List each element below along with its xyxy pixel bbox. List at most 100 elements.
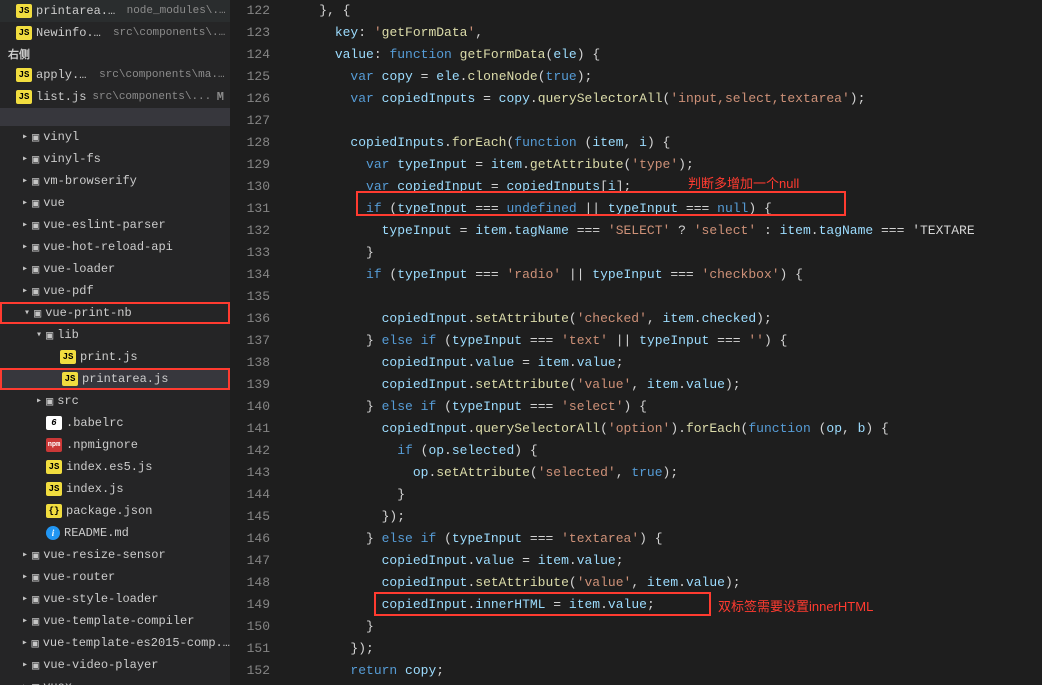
tree-label: .babelrc (66, 416, 124, 430)
tree-item--babelrc[interactable]: 6 .babelrc (0, 412, 230, 434)
code-line[interactable]: var typeInput = item.getAttribute('type'… (288, 154, 1042, 176)
tree-label: vue-eslint-parser (43, 218, 165, 232)
code-line[interactable]: if (typeInput === undefined || typeInput… (288, 198, 1042, 220)
tree-item-vue-hot-reload-api[interactable]: ▸▣vue-hot-reload-api (0, 236, 230, 258)
tree-label: vue-style-loader (43, 592, 158, 606)
folder-icon: ▣ (31, 636, 38, 651)
line-number: 122 (230, 0, 270, 22)
code-line[interactable]: } else if (typeInput === 'text' || typeI… (288, 330, 1042, 352)
line-number: 142 (230, 440, 270, 462)
folder-icon: ▣ (32, 680, 39, 685)
folder-icon: ▣ (32, 196, 39, 211)
tree-item-vue-print-nb[interactable]: ▾▣vue-print-nb (0, 302, 230, 324)
tree-item-vue-loader[interactable]: ▸▣vue-loader (0, 258, 230, 280)
tree-item-vue-eslint-parser[interactable]: ▸▣vue-eslint-parser (0, 214, 230, 236)
code-line[interactable] (288, 110, 1042, 132)
open-editor-item[interactable]: JS Newinfo.js src\components\... (0, 22, 230, 44)
code-line[interactable]: typeInput = item.tagName === 'SELECT' ? … (288, 220, 1042, 242)
tree-item-vue-video-player[interactable]: ▸▣vue-video-player (0, 654, 230, 676)
tree-label: vue-resize-sensor (43, 548, 165, 562)
line-number: 127 (230, 110, 270, 132)
tree-item-printarea-js[interactable]: JSprintarea.js (0, 368, 230, 390)
open-editor-item[interactable]: JS printarea.js node_modules\... (0, 0, 230, 22)
tree-item-vue-template-compiler[interactable]: ▸▣vue-template-compiler (0, 610, 230, 632)
file-path: src\components\... (113, 27, 230, 39)
code-line[interactable]: if (op.selected) { (288, 440, 1042, 462)
code-line[interactable]: }); (288, 506, 1042, 528)
open-editor-item[interactable]: JS list.js src\components\... M (0, 86, 230, 108)
code-line[interactable]: if (typeInput === 'radio' || typeInput =… (288, 264, 1042, 286)
modified-badge: M (217, 90, 224, 104)
six-icon: 6 (46, 416, 62, 430)
tree-item-index-js[interactable]: JSindex.js (0, 478, 230, 500)
code-line[interactable]: } (288, 616, 1042, 638)
chevron-icon: ▸ (18, 197, 32, 209)
tree-item-vue-resize-sensor[interactable]: ▸▣vue-resize-sensor (0, 544, 230, 566)
code-line[interactable]: op.setAttribute('selected', true); (288, 462, 1042, 484)
chevron-icon: ▸ (18, 593, 32, 605)
tree-item-src[interactable]: ▸▣src (0, 390, 230, 412)
tree-label: printarea.js (82, 372, 168, 386)
js-icon: JS (16, 4, 32, 18)
code-line[interactable]: copiedInput.setAttribute('checked', item… (288, 308, 1042, 330)
code-content[interactable]: }, { key: 'getFormData', value: function… (288, 0, 1042, 685)
tree-label: vue-video-player (43, 658, 158, 672)
tree-item-lib[interactable]: ▾▣lib (0, 324, 230, 346)
code-line[interactable]: } (288, 484, 1042, 506)
code-line[interactable]: }, { (288, 0, 1042, 22)
file-label: printarea.js (36, 4, 121, 18)
code-line[interactable]: var copy = ele.cloneNode(true); (288, 66, 1042, 88)
line-number: 148 (230, 572, 270, 594)
code-line[interactable]: copiedInput.value = item.value; (288, 352, 1042, 374)
tree-item-vue-style-loader[interactable]: ▸▣vue-style-loader (0, 588, 230, 610)
tree-item-README-md[interactable]: iREADME.md (0, 522, 230, 544)
tree-label: vuex (43, 680, 72, 685)
code-line[interactable]: copiedInput.value = item.value; (288, 550, 1042, 572)
tree-item-vue-router[interactable]: ▸▣vue-router (0, 566, 230, 588)
code-line[interactable]: } else if (typeInput === 'textarea') { (288, 528, 1042, 550)
code-line[interactable]: copiedInput.setAttribute('value', item.v… (288, 374, 1042, 396)
line-number: 134 (230, 264, 270, 286)
line-number: 143 (230, 462, 270, 484)
chevron-icon: ▸ (18, 615, 32, 627)
tree-item-vinyl-fs[interactable]: ▸▣vinyl-fs (0, 148, 230, 170)
file-explorer-sidebar[interactable]: JS printarea.js node_modules\... JS Newi… (0, 0, 230, 685)
code-line[interactable]: copiedInput.querySelectorAll('option').f… (288, 418, 1042, 440)
chevron-icon: ▸ (18, 681, 32, 685)
tree-item-vue-pdf[interactable]: ▸▣vue-pdf (0, 280, 230, 302)
tree-item-vinyl[interactable]: ▸▣vinyl (0, 126, 230, 148)
code-line[interactable]: var copiedInput = copiedInputs[i]; (288, 176, 1042, 198)
chevron-icon: ▸ (18, 175, 32, 187)
tree-item-vm-browserify[interactable]: ▸▣vm-browserify (0, 170, 230, 192)
folder-icon: ▣ (46, 394, 53, 409)
tree-label: vue-pdf (43, 284, 93, 298)
tree-item--npmignore[interactable]: npm.npmignore (0, 434, 230, 456)
code-line[interactable]: var copiedInputs = copy.querySelectorAll… (288, 88, 1042, 110)
chevron-icon: ▸ (18, 131, 32, 143)
code-line[interactable]: copiedInput.innerHTML = item.value; (288, 594, 1042, 616)
tree-item-package-json[interactable]: {}package.json (0, 500, 230, 522)
tree-label: vue-hot-reload-api (43, 240, 173, 254)
code-line[interactable]: return copy; (288, 660, 1042, 682)
code-line[interactable] (288, 286, 1042, 308)
tree-item-print-js[interactable]: JSprint.js (0, 346, 230, 368)
tree-label: vue-print-nb (45, 306, 131, 320)
tree-item-vue[interactable]: ▸▣vue (0, 192, 230, 214)
code-line[interactable]: } (288, 242, 1042, 264)
code-line[interactable]: value: function getFormData(ele) { (288, 44, 1042, 66)
tree-item-index-es5-js[interactable]: JSindex.es5.js (0, 456, 230, 478)
line-number: 131 (230, 198, 270, 220)
code-line[interactable]: copiedInput.setAttribute('value', item.v… (288, 572, 1042, 594)
line-number: 149 (230, 594, 270, 616)
tree-item-vuex[interactable]: ▸▣ vuex (0, 676, 230, 685)
code-line[interactable]: key: 'getFormData', (288, 22, 1042, 44)
tree-item-vue-template-es2015-comp---[interactable]: ▸▣vue-template-es2015-comp... (0, 632, 230, 654)
line-number: 136 (230, 308, 270, 330)
line-number: 140 (230, 396, 270, 418)
code-editor[interactable]: 1221231241251261271281291301311321331341… (230, 0, 1042, 685)
open-editor-item[interactable]: JS apply.js src\components\ma... (0, 64, 230, 86)
code-line[interactable]: }); (288, 638, 1042, 660)
code-line[interactable]: } else if (typeInput === 'select') { (288, 396, 1042, 418)
code-line[interactable]: copiedInputs.forEach(function (item, i) … (288, 132, 1042, 154)
folder-icon: ▣ (32, 284, 39, 299)
